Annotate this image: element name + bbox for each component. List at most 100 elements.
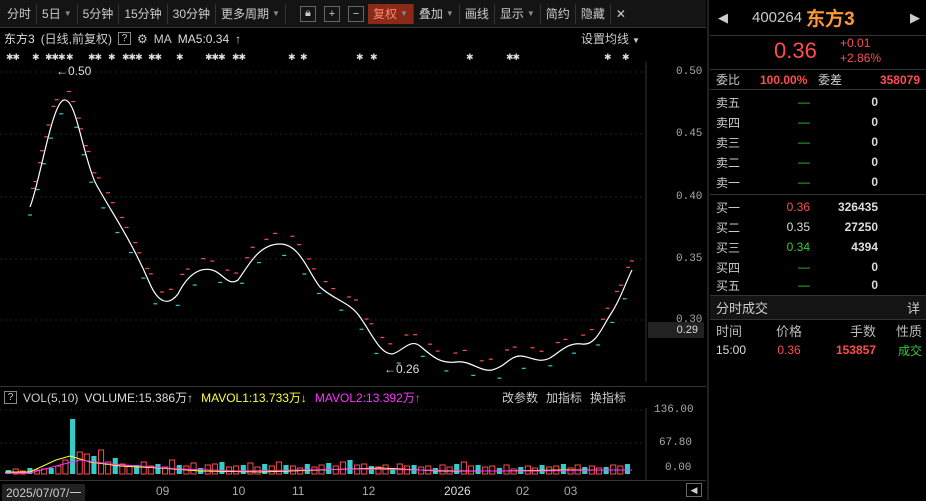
volume-bar xyxy=(119,463,126,475)
period-5day[interactable]: 5日 ▼ xyxy=(37,3,78,24)
volume-bar xyxy=(233,465,240,475)
volume-bar xyxy=(610,464,617,475)
volume-bar xyxy=(574,464,581,475)
volume-bar xyxy=(368,466,374,474)
ask-row: 卖三 —0 xyxy=(716,135,878,150)
stock-code: 400264 xyxy=(752,9,803,26)
arrow-up-icon: ↑ xyxy=(187,390,194,405)
volume-tick: 136.00 xyxy=(654,404,694,416)
time-tick: 12 xyxy=(362,484,376,498)
swap-indicator-button[interactable]: 换指标 xyxy=(590,389,626,406)
time-tick: 02 xyxy=(516,484,530,498)
volume-tick: 67.80 xyxy=(659,437,693,449)
close-icon[interactable]: ✕ xyxy=(611,4,631,24)
price-change-pct: +2.86% xyxy=(840,51,882,65)
volume-chart[interactable] xyxy=(0,408,706,480)
ask-row: 卖一 —0 xyxy=(716,175,878,190)
prev-stock-icon[interactable]: ◀ xyxy=(718,10,728,26)
weibi-value: 100.00% xyxy=(760,72,808,87)
weicha-value: 358079 xyxy=(879,72,920,87)
volume-bar xyxy=(347,460,353,474)
volume-bar xyxy=(190,462,197,475)
simple-button[interactable]: 简约 xyxy=(541,3,576,24)
ma5-line xyxy=(29,99,633,371)
display-button[interactable]: 显示 ▼ xyxy=(495,3,541,24)
period-intraday[interactable]: 分时 xyxy=(2,3,38,24)
time-tick: 10 xyxy=(232,484,246,498)
volume-header: ? VOL(5,10) VOLUME:15.386万 ↑ MAVOL1:13.73… xyxy=(0,386,706,408)
period-5min[interactable]: 5分钟 xyxy=(78,3,120,24)
order-ratio-row: 委比 100.00% 委差 358079 xyxy=(710,70,926,90)
chevron-down-icon: ▼ xyxy=(445,9,454,18)
time-axis: 2025/07/07/一 09 10 11 12 2026 02 03 ◀ xyxy=(0,480,706,501)
ticks-title: 分时成交 xyxy=(716,301,769,316)
period-30min[interactable]: 30分钟 xyxy=(168,3,217,24)
volume-bar xyxy=(510,468,517,475)
volume-bar xyxy=(219,462,225,474)
chevron-down-icon: ▼ xyxy=(526,9,535,18)
overlay-button[interactable]: 叠加 ▼ xyxy=(414,3,460,24)
volume-bar xyxy=(155,464,161,474)
volume-bar xyxy=(503,464,510,475)
volume-bar xyxy=(475,465,481,474)
next-stock-icon[interactable]: ▶ xyxy=(910,10,920,26)
bid-row: 买二 0.35 27250 xyxy=(716,220,878,235)
volume-bar xyxy=(439,464,446,475)
help-icon[interactable]: ? xyxy=(4,391,17,404)
volume-bar xyxy=(283,465,289,474)
arrow-down-icon: ↓ xyxy=(300,390,307,405)
volume-bar xyxy=(539,465,545,474)
stock-header: ◀ 400264 东方3 ▶ xyxy=(710,0,926,36)
time-tick: 11 xyxy=(292,484,305,498)
volume-bar xyxy=(211,463,218,475)
gear-icon[interactable]: ⚙ xyxy=(137,32,148,46)
tick-row: 15:00 0.36 153857 成交 xyxy=(716,343,922,358)
candlestick-chart[interactable] xyxy=(0,62,706,382)
volume-bar xyxy=(83,453,90,475)
ask-book: 卖五 —0 卖四 —0 卖三 —0 卖二 —0 卖一 —0 xyxy=(710,90,926,195)
event-markers: ✱✱ ✱ ✱✱✱ ✱ ✱✱ ✱ ✱✱✱ ✱✱ ✱ ✱✱✱ ✱✱ ✱ ✱ ✱ ✱ … xyxy=(0,52,650,62)
date-cursor-label: 2025/07/07/一 xyxy=(2,484,86,501)
ma-label: MA xyxy=(153,31,172,46)
bid-row: 买五 —0 xyxy=(716,278,878,293)
volume-bar xyxy=(76,451,83,475)
bid-book: 买一 0.36 326435 买二 0.35 27250 买三 0.34 4394 买四 —0… xyxy=(710,195,926,296)
period-more[interactable]: 更多周期 ▼ xyxy=(216,3,286,24)
volume-bar xyxy=(454,464,460,474)
chevron-left-icon[interactable]: ◀ xyxy=(686,483,702,497)
bid-row: 买三 0.34 4394 xyxy=(716,240,878,255)
mavol2-value: MAVOL2:13.392万 xyxy=(314,391,415,405)
set-ma-button[interactable]: 设置均线 ▼ xyxy=(581,30,640,47)
draw-button[interactable]: 画线 xyxy=(460,3,495,24)
adjust-button[interactable]: 复权 ▼ xyxy=(367,3,414,24)
volume-bar xyxy=(460,461,467,475)
volume-bar xyxy=(55,465,62,475)
chart-mode: (日线,前复权) xyxy=(40,32,113,46)
ask-row: 卖二 —0 xyxy=(716,155,878,170)
bid-row: 买四 —0 xyxy=(716,260,878,275)
change-params-button[interactable]: 改参数 xyxy=(502,389,538,406)
zoom-in-icon[interactable]: + xyxy=(323,5,340,22)
ticks-detail-button[interactable]: 详 xyxy=(907,298,920,317)
vol-label: VOL(5,10) xyxy=(23,390,79,405)
volume-bar xyxy=(140,461,147,475)
add-indicator-button[interactable]: 加指标 xyxy=(546,389,582,406)
lock-icon[interactable]: 🔒︎ xyxy=(299,5,316,22)
period-15min[interactable]: 15分钟 xyxy=(119,3,168,24)
ticks-header: 分时成交 详 xyxy=(710,296,926,320)
weicha-label: 委差 xyxy=(818,73,843,87)
price-tick: 0.45 xyxy=(676,128,703,140)
ask-row: 卖四 —0 xyxy=(716,115,878,130)
arrow-up-icon: ↑ xyxy=(414,390,421,405)
low-annotation: ←0.26 xyxy=(384,362,420,376)
chevron-down-icon: ▼ xyxy=(63,9,72,18)
help-icon[interactable]: ? xyxy=(118,32,132,45)
volume-bar xyxy=(524,465,531,475)
volume-bar xyxy=(467,465,474,475)
volume-bar xyxy=(339,461,346,475)
zoom-out-icon[interactable]: − xyxy=(347,5,364,22)
ma5-value: MA5:0.34 xyxy=(177,31,230,46)
volume-bar xyxy=(70,419,76,474)
hide-button[interactable]: 隐藏 xyxy=(576,3,611,24)
chevron-down-icon: ▼ xyxy=(272,9,280,18)
